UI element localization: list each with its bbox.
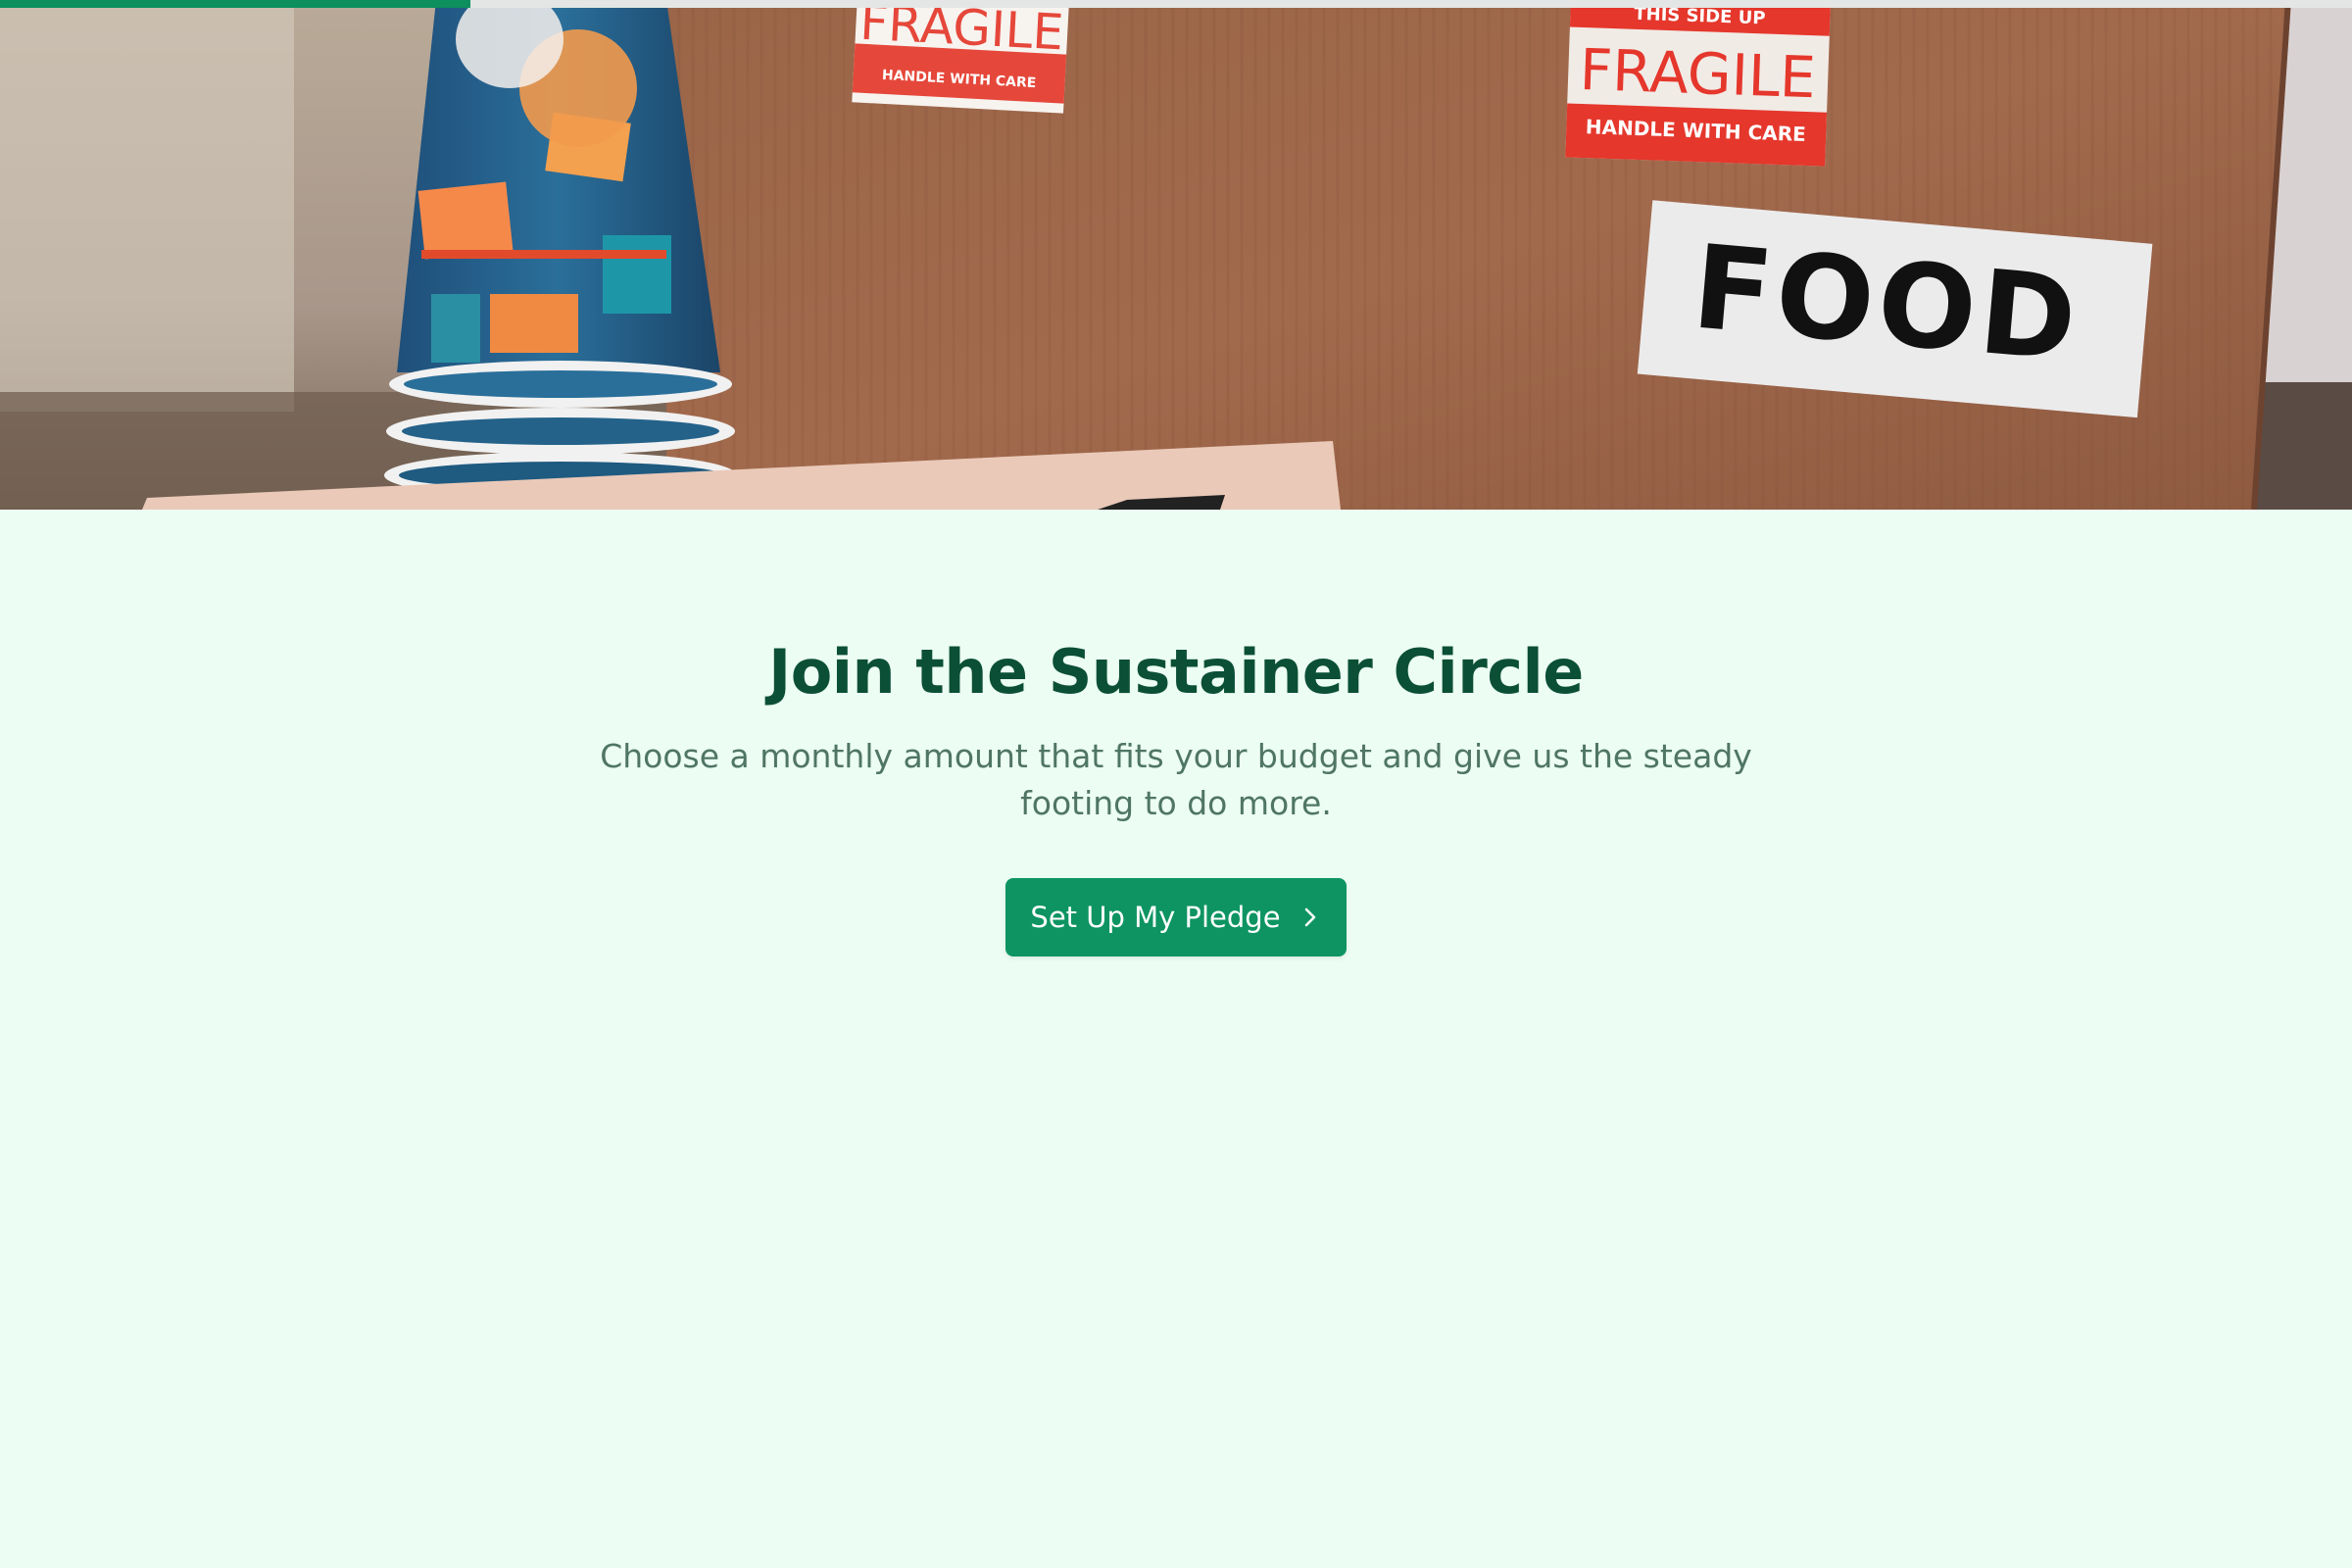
hero-image: FRAGILE HANDLE WITH CARE THIS SIDE UP FR… (0, 0, 2352, 510)
sticker-fragile-right: FRAGILE (1579, 36, 1817, 111)
progress-bar (0, 0, 2352, 8)
set-up-pledge-button[interactable]: Set Up My Pledge (1005, 878, 1347, 956)
main-section: Join the Sustainer Circle Choose a month… (0, 510, 2352, 956)
page-title: Join the Sustainer Circle (768, 636, 1584, 708)
sticker-fragile-left: FRAGILE (858, 0, 1065, 61)
chevron-right-icon (1298, 906, 1322, 929)
set-up-pledge-label: Set Up My Pledge (1030, 901, 1281, 934)
page-subtitle: Choose a monthly amount that fits your b… (600, 737, 1752, 822)
progress-bar-fill (0, 0, 470, 8)
